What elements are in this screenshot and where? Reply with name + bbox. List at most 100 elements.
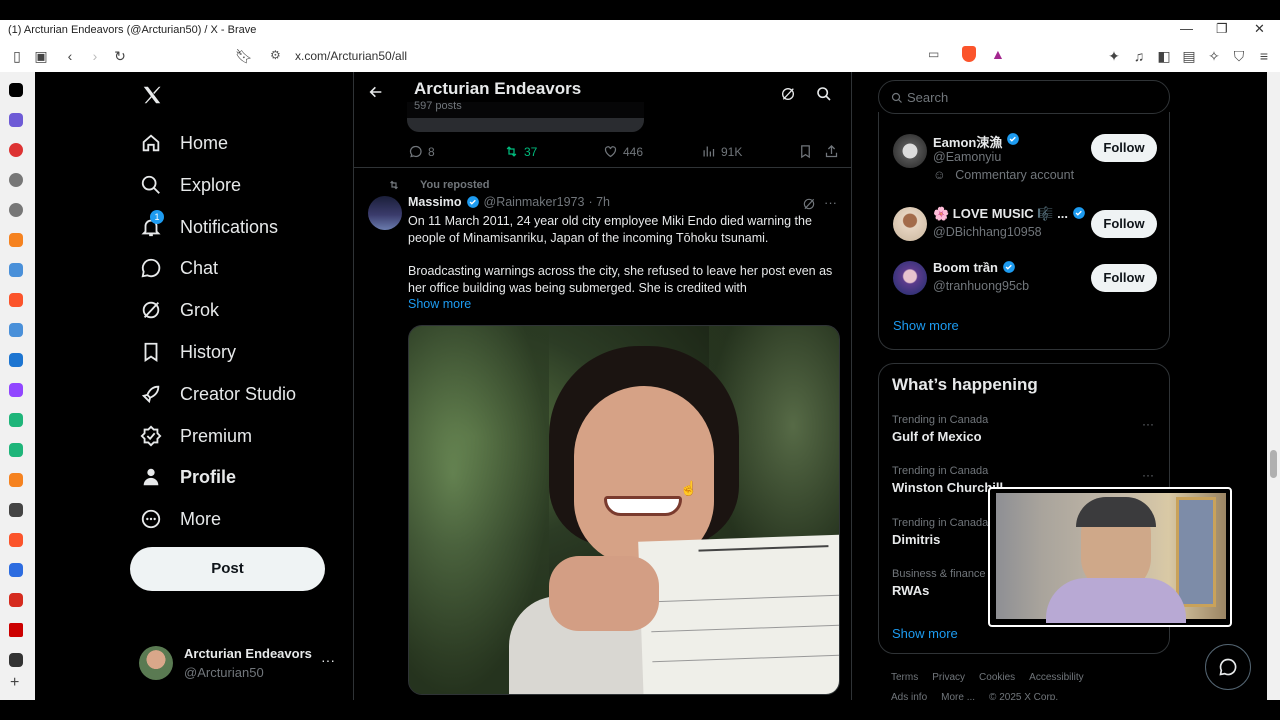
- tab-overview-icon[interactable]: ▣: [31, 46, 51, 66]
- x-logo-icon[interactable]: [141, 84, 163, 111]
- follow-button[interactable]: Follow: [1091, 134, 1157, 162]
- menu-icon[interactable]: ≡: [1254, 46, 1274, 66]
- follow-button[interactable]: Follow: [1091, 210, 1157, 238]
- footer-link[interactable]: Accessibility: [1029, 672, 1083, 683]
- account-switcher[interactable]: Arcturian Endeavors @Arcturian50 ···: [139, 644, 339, 684]
- tab-icon[interactable]: [9, 233, 23, 247]
- mouse-cursor: ☝: [680, 480, 698, 496]
- tab-brave-icon[interactable]: [9, 533, 23, 547]
- bookmark-page-icon[interactable]: 🔖︎: [234, 46, 254, 66]
- post-button[interactable]: Post: [130, 547, 325, 591]
- follow-item[interactable]: Boom trần @tranhuong95cb Follow: [879, 259, 1169, 299]
- account-menu-icon[interactable]: ···: [321, 652, 335, 668]
- forward-icon[interactable]: ›: [85, 46, 105, 66]
- show-more-link[interactable]: Show more: [893, 318, 959, 333]
- repost-button[interactable]: 37: [504, 144, 537, 159]
- footer-link[interactable]: Cookies: [979, 672, 1015, 683]
- follow-item[interactable]: 🌸 LOVE MUSIC 🎼 ... @DBichhang10958 Follo…: [879, 205, 1169, 245]
- tab-x-icon[interactable]: [9, 83, 23, 97]
- nav-history[interactable]: History: [140, 332, 236, 372]
- tab-icon[interactable]: [9, 353, 23, 367]
- tweet-image[interactable]: [408, 325, 840, 695]
- floating-chat-button[interactable]: [1205, 644, 1251, 690]
- nav-label: Creator Studio: [180, 383, 297, 404]
- nav-notifications[interactable]: 1 Notifications: [140, 207, 278, 247]
- media-icon[interactable]: ♫: [1129, 46, 1149, 66]
- tab-twitch-icon[interactable]: [9, 383, 23, 397]
- grok-icon[interactable]: [780, 86, 796, 107]
- tweet-time[interactable]: · 7h: [588, 195, 610, 209]
- nav-home[interactable]: Home: [140, 123, 228, 163]
- tab-brave-icon[interactable]: [9, 293, 23, 307]
- tweet[interactable]: You reposted Massimo @Rainmaker1973 · 7h…: [354, 167, 851, 700]
- nav-explore[interactable]: Explore: [140, 165, 241, 205]
- minimize-button[interactable]: —: [1180, 21, 1193, 36]
- brave-shields-icon[interactable]: [962, 46, 976, 62]
- views-button[interactable]: 91K: [701, 144, 742, 159]
- tab-icon[interactable]: [9, 113, 23, 127]
- tab-icon[interactable]: [9, 143, 23, 157]
- nav-chat[interactable]: Chat: [140, 248, 218, 288]
- tab-icon[interactable]: [9, 323, 23, 337]
- footer-link[interactable]: Ads info: [891, 692, 927, 700]
- show-more-link[interactable]: Show more: [408, 297, 471, 311]
- tab-icon[interactable]: [9, 413, 23, 427]
- tab-icon[interactable]: [9, 203, 23, 217]
- reply-button[interactable]: 8: [408, 144, 435, 159]
- footer-link[interactable]: More ...: [941, 692, 975, 700]
- tab-icon[interactable]: [9, 173, 23, 187]
- restore-button[interactable]: ❐: [1216, 21, 1228, 37]
- bottom-strip: [0, 700, 1280, 720]
- follow-button[interactable]: Follow: [1091, 264, 1157, 292]
- tab-icon[interactable]: [9, 563, 23, 577]
- reload-icon[interactable]: ↻: [110, 46, 130, 66]
- close-window-button[interactable]: ✕: [1254, 21, 1265, 37]
- bookmark-button[interactable]: [798, 144, 813, 159]
- trend-menu-icon[interactable]: ···: [1142, 468, 1154, 482]
- tab-icon[interactable]: [9, 653, 23, 667]
- author-avatar[interactable]: [368, 196, 402, 230]
- tab-canada-icon[interactable]: [9, 593, 23, 607]
- search-icon[interactable]: [816, 86, 832, 107]
- author-name[interactable]: Massimo: [408, 195, 462, 209]
- wallet-icon[interactable]: ▤: [1179, 46, 1199, 66]
- nav-more[interactable]: More: [140, 499, 221, 539]
- nav-creator-studio[interactable]: Creator Studio: [140, 374, 296, 414]
- back-icon[interactable]: ‹: [60, 46, 80, 66]
- new-tab-icon[interactable]: +: [10, 674, 19, 692]
- tab-icon[interactable]: [9, 443, 23, 457]
- tweet-menu-icon[interactable]: ···: [824, 195, 837, 210]
- sidebar-toggle-icon[interactable]: ▯: [7, 46, 27, 66]
- sidebar-icon[interactable]: ◧: [1154, 46, 1174, 66]
- footer-link[interactable]: Terms: [891, 672, 918, 683]
- site-settings-icon[interactable]: ⚙: [270, 48, 281, 62]
- tab-icon[interactable]: [9, 503, 23, 517]
- address-bar[interactable]: ⚙ x.com/Arcturian50/all ▭ ▲: [260, 44, 1018, 68]
- follow-item[interactable]: Eamon涑漁 @Eamonyiu ☺ Commentary account F…: [879, 130, 1169, 190]
- tab-icon[interactable]: [9, 473, 23, 487]
- share-button[interactable]: [824, 144, 839, 159]
- scrollbar-thumb[interactable]: [1270, 450, 1277, 478]
- show-more-link[interactable]: Show more: [892, 626, 958, 641]
- vpn-icon[interactable]: ⛉: [1229, 46, 1249, 66]
- url-text[interactable]: x.com/Arcturian50/all: [295, 49, 407, 63]
- verified-badge-icon: [466, 196, 479, 208]
- footer-link[interactable]: Privacy: [932, 672, 965, 683]
- nav-profile[interactable]: Profile: [140, 457, 236, 497]
- nav-grok[interactable]: Grok: [140, 290, 219, 330]
- tab-icon[interactable]: [9, 263, 23, 277]
- cast-icon[interactable]: ▭: [928, 47, 939, 61]
- nav-premium[interactable]: Premium: [140, 416, 252, 456]
- tab-icon[interactable]: [9, 623, 23, 637]
- share-icon: [825, 144, 838, 158]
- author-handle[interactable]: @Rainmaker1973: [484, 195, 585, 209]
- trend-menu-icon[interactable]: ···: [1142, 417, 1154, 431]
- back-arrow-icon[interactable]: [368, 84, 384, 105]
- leo-icon[interactable]: ✧: [1204, 46, 1224, 66]
- extensions-icon[interactable]: ✦: [1104, 46, 1124, 66]
- search-input[interactable]: Search: [878, 80, 1170, 114]
- like-button[interactable]: 446: [603, 144, 643, 159]
- page-scrollbar[interactable]: [1267, 72, 1280, 700]
- brave-rewards-icon[interactable]: ▲: [991, 46, 1005, 62]
- trend-item[interactable]: Trending in Canada Gulf of Mexico ···: [892, 414, 1158, 444]
